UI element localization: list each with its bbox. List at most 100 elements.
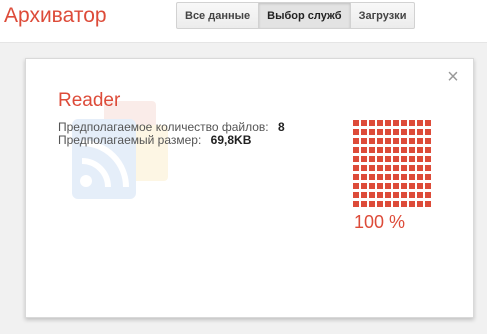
progress-cell	[425, 165, 431, 171]
progress-cell	[425, 138, 431, 144]
top-bar: Архиватор Все данные Выбор служб Загрузк…	[0, 0, 487, 43]
progress-cell	[353, 165, 359, 171]
progress-cell	[369, 129, 375, 135]
progress-cell	[377, 120, 383, 126]
tab-bar: Все данные Выбор служб Загрузки	[176, 2, 416, 30]
progress-cell	[417, 183, 423, 189]
progress-grid	[353, 120, 431, 210]
progress-cell	[393, 174, 399, 180]
progress-cell	[377, 183, 383, 189]
stats: Предполагаемое количество файлов: 8 Пред…	[58, 121, 285, 147]
progress-cell	[425, 156, 431, 162]
tab-all-data[interactable]: Все данные	[176, 2, 260, 29]
size-label: Предполагаемый размер:	[58, 133, 202, 147]
progress-cell	[353, 138, 359, 144]
progress-cell	[361, 192, 367, 198]
progress-cell	[369, 192, 375, 198]
progress-cell	[401, 156, 407, 162]
progress-cell	[377, 129, 383, 135]
progress-cell	[353, 156, 359, 162]
progress-cell	[401, 174, 407, 180]
progress-cell	[385, 120, 391, 126]
progress-cell	[409, 129, 415, 135]
service-title: Reader	[58, 90, 121, 111]
progress-cell	[425, 174, 431, 180]
progress-cell	[401, 183, 407, 189]
progress-cell	[417, 201, 423, 207]
progress-cell	[417, 174, 423, 180]
progress-cell	[417, 147, 423, 153]
progress-cell	[361, 201, 367, 207]
progress-cell	[425, 129, 431, 135]
progress-cell	[377, 147, 383, 153]
app-title: Архиватор	[4, 4, 107, 27]
progress-cell	[409, 174, 415, 180]
progress-cell	[425, 183, 431, 189]
progress-cell	[425, 120, 431, 126]
progress-cell	[393, 147, 399, 153]
progress-cell	[417, 120, 423, 126]
progress-cell	[385, 192, 391, 198]
progress-cell	[377, 174, 383, 180]
progress-cell	[361, 120, 367, 126]
progress-cell	[401, 138, 407, 144]
progress-cell	[369, 165, 375, 171]
progress-cell	[409, 120, 415, 126]
progress-cell	[417, 156, 423, 162]
progress-cell	[353, 147, 359, 153]
close-icon[interactable]: ×	[445, 67, 461, 87]
size-row: Предполагаемый размер: 69,8KB	[58, 134, 285, 147]
progress-cell	[401, 165, 407, 171]
progress-cell	[369, 183, 375, 189]
size-value: 69,8KB	[210, 133, 252, 147]
progress-cell	[393, 156, 399, 162]
progress-cell	[385, 174, 391, 180]
progress-cell	[401, 129, 407, 135]
progress-cell	[353, 192, 359, 198]
progress-cell	[409, 192, 415, 198]
progress-cell	[401, 120, 407, 126]
progress-percent: 100 %	[354, 212, 406, 232]
progress-cell	[401, 201, 407, 207]
progress-cell	[409, 138, 415, 144]
progress-cell	[369, 147, 375, 153]
progress-cell	[377, 201, 383, 207]
progress-cell	[417, 129, 423, 135]
tab-select-services[interactable]: Выбор служб	[258, 2, 351, 29]
progress-cell	[385, 138, 391, 144]
progress-cell	[425, 201, 431, 207]
progress-cell	[377, 192, 383, 198]
progress-cell	[353, 129, 359, 135]
progress-cell	[409, 183, 415, 189]
progress-cell	[353, 201, 359, 207]
progress-cell	[393, 129, 399, 135]
progress-cell	[393, 192, 399, 198]
progress-cell	[377, 165, 383, 171]
progress-cell	[385, 165, 391, 171]
progress-cell	[369, 174, 375, 180]
progress-cell	[417, 138, 423, 144]
progress-cell	[377, 156, 383, 162]
progress-cell	[393, 201, 399, 207]
progress-cell	[401, 192, 407, 198]
progress-cell	[361, 165, 367, 171]
progress-cell	[361, 174, 367, 180]
file-count-value: 8	[277, 120, 285, 134]
progress-cell	[369, 120, 375, 126]
progress-cell	[369, 138, 375, 144]
progress-cell	[393, 183, 399, 189]
progress-cell	[409, 147, 415, 153]
progress-cell	[425, 192, 431, 198]
progress-cell	[369, 156, 375, 162]
progress-cell	[393, 165, 399, 171]
progress-cell	[417, 165, 423, 171]
progress-cell	[385, 201, 391, 207]
progress-cell	[377, 138, 383, 144]
progress-cell	[361, 156, 367, 162]
progress-cell	[353, 174, 359, 180]
progress-cell	[361, 183, 367, 189]
file-count-label: Предполагаемое количество файлов:	[58, 120, 269, 134]
progress-cell	[385, 156, 391, 162]
progress-cell	[393, 138, 399, 144]
tab-downloads[interactable]: Загрузки	[349, 2, 416, 29]
